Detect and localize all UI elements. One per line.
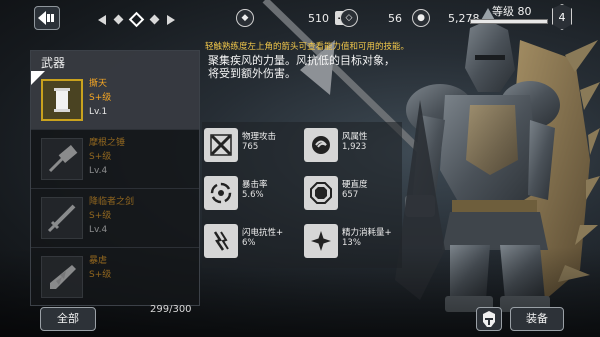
hammer-icon — [41, 138, 83, 180]
stat-value: 765 — [242, 142, 259, 152]
stat-wind-element: 风属性 1,923 — [302, 126, 402, 166]
level-label: 等级 80 — [492, 5, 532, 18]
page-dot-2-active[interactable] — [128, 11, 145, 28]
weapon-list: 撕天 S+级 Lv.1 摩根之锤 S+级 Lv.4 降临者之剑 S+级 Lv.4 — [31, 71, 199, 305]
weapon-item-3[interactable]: 降临者之剑 S+级 Lv.4 — [31, 189, 199, 248]
top-bar: ◆ 510 + ◇ 56 ● 5,278 等级 80 4 — [0, 0, 600, 36]
gem-value: 510 — [308, 11, 329, 25]
weapon-name: 撕天 — [89, 79, 108, 89]
stat-value: 13% — [342, 238, 361, 248]
stat-label: 硬直度 — [342, 180, 368, 190]
wind-element-icon — [304, 128, 338, 162]
weapon-level: Lv.1 — [89, 107, 108, 117]
physical-attack-icon — [204, 128, 238, 162]
stat-lightning-resist: 闪电抗性+ 6% — [202, 222, 302, 262]
all-filter-button[interactable]: 全部 — [40, 307, 96, 331]
stat-value: 5.6% — [242, 190, 264, 200]
gem-icon: ◆ — [236, 9, 254, 27]
player-level[interactable]: 等级 80 4 — [470, 3, 574, 33]
stats-grid: 物理攻击 765 风属性 1,923 暴击率 5.6% 硬直度 657 闪电抗性… — [202, 122, 402, 268]
critical-rate-icon — [204, 176, 238, 210]
weapon-panel: 武器 撕天 S+级 Lv.1 摩根之锤 S+级 Lv.4 降临者之剑 S+级 L… — [30, 50, 200, 306]
stat-label: 暴击率 — [242, 180, 268, 190]
weapon-level: Lv.4 — [89, 166, 108, 176]
lightning-resist-icon — [204, 224, 238, 258]
crystal-currency: ◇ 56 — [340, 8, 402, 28]
rank-badge: 4 — [552, 4, 572, 30]
weapon-level: Lv.4 — [89, 225, 108, 235]
equip-button[interactable]: 装备 — [510, 307, 564, 331]
stat-value: 657 — [342, 190, 359, 200]
page-indicator — [98, 11, 175, 28]
stat-critical-rate: 暴击率 5.6% — [202, 174, 302, 214]
weapon-grade: S+级 — [89, 93, 112, 103]
level-progress-bar — [470, 19, 548, 24]
stat-stamina-cost: 精力消耗量+ 13% — [302, 222, 402, 262]
weapon-description: 聚集疾风的力量。风抗低的目标对象，将受到额外伤害。 — [208, 54, 395, 80]
stat-value: 6% — [242, 238, 256, 248]
stat-physical-attack: 物理攻击 765 — [202, 126, 302, 166]
stat-label: 精力消耗量+ — [342, 228, 392, 238]
appearance-button[interactable] — [476, 307, 502, 331]
hint-text: 轻触熟练度左上角的箭头可查看能力值和可用的技能。 — [205, 42, 410, 52]
back-arrow-icon — [38, 11, 54, 25]
level-progress-fill — [471, 20, 547, 23]
weapon-item-2[interactable]: 摩根之锤 S+级 Lv.4 — [31, 130, 199, 189]
stat-value: 1,923 — [342, 142, 367, 152]
helmet-icon — [483, 311, 495, 327]
weapon-grade: S+级 — [89, 211, 112, 221]
spiked-blade-icon — [41, 256, 83, 298]
crystal-icon: ◇ — [340, 9, 358, 27]
stat-stagger: 硬直度 657 — [302, 174, 402, 214]
weapon-count: 299/300 — [150, 304, 192, 315]
weapon-grade: S+级 — [89, 270, 112, 280]
weapon-name: 摩根之锤 — [89, 138, 126, 148]
coin-icon: ● — [412, 9, 430, 27]
prev-page-arrow[interactable] — [98, 14, 106, 25]
sword-icon — [41, 197, 83, 239]
scroll-icon — [41, 79, 83, 121]
weapon-grade: S+级 — [89, 152, 112, 162]
crystal-value: 56 — [388, 11, 402, 25]
weapon-name: 暴虐 — [89, 256, 108, 266]
stat-label: 风属性 — [342, 132, 368, 142]
panel-title: 武器 — [31, 51, 199, 71]
back-button[interactable] — [34, 6, 60, 30]
stagger-icon — [304, 176, 338, 210]
gem-currency: ◆ 510 + — [236, 8, 349, 28]
weapon-item-4[interactable]: 暴虐 S+级 — [31, 248, 199, 305]
next-page-arrow[interactable] — [167, 14, 175, 25]
weapon-item-1[interactable]: 撕天 S+级 Lv.1 — [31, 71, 199, 130]
stamina-cost-icon — [304, 224, 338, 258]
stat-label: 闪电抗性+ — [242, 228, 284, 238]
page-dot-3[interactable] — [149, 14, 160, 25]
stat-label: 物理攻击 — [242, 132, 277, 142]
weapon-name: 降临者之剑 — [89, 197, 135, 207]
page-dot-1[interactable] — [113, 14, 124, 25]
